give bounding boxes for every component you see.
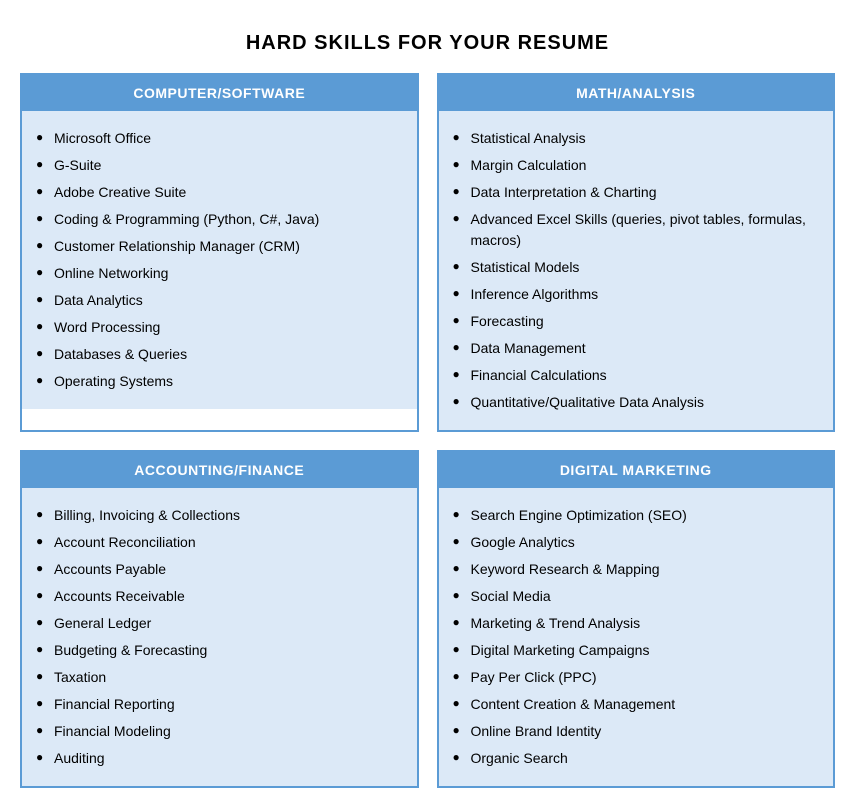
list-item: Statistical Models — [449, 254, 816, 281]
list-item: Social Media — [449, 583, 816, 610]
list-item: Accounts Receivable — [32, 583, 399, 610]
category-body-accounting-finance: Billing, Invoicing & CollectionsAccount … — [22, 488, 417, 786]
list-item: Organic Search — [449, 745, 816, 772]
list-item: Account Reconciliation — [32, 529, 399, 556]
category-list-accounting-finance: Billing, Invoicing & CollectionsAccount … — [32, 502, 399, 772]
page-title: HARD SKILLS FOR YOUR RESUME — [20, 20, 835, 73]
category-list-math-analysis: Statistical AnalysisMargin CalculationDa… — [449, 125, 816, 416]
list-item: Search Engine Optimization (SEO) — [449, 502, 816, 529]
list-item: Online Networking — [32, 260, 399, 287]
category-box-accounting-finance: ACCOUNTING/FINANCE Billing, Invoicing & C… — [20, 450, 419, 788]
list-item: Quantitative/Qualitative Data Analysis — [449, 389, 816, 416]
page-wrapper: HARD SKILLS FOR YOUR RESUME COMPUTER/SOF… — [20, 20, 835, 788]
list-item: Data Management — [449, 335, 816, 362]
category-body-computer-software: Microsoft OfficeG-SuiteAdobe Creative Su… — [22, 111, 417, 409]
list-item: Microsoft Office — [32, 125, 399, 152]
list-item: Data Analytics — [32, 287, 399, 314]
category-header-computer-software: COMPUTER/SOFTWARE — [22, 75, 417, 111]
list-item: Word Processing — [32, 314, 399, 341]
list-item: Data Interpretation & Charting — [449, 179, 816, 206]
list-item: Taxation — [32, 664, 399, 691]
list-item: Marketing & Trend Analysis — [449, 610, 816, 637]
list-item: Databases & Queries — [32, 341, 399, 368]
categories-grid: COMPUTER/SOFTWARE Microsoft OfficeG-Suite… — [20, 73, 835, 788]
list-item: Forecasting — [449, 308, 816, 335]
list-item: Customer Relationship Manager (CRM) — [32, 233, 399, 260]
list-item: Accounts Payable — [32, 556, 399, 583]
list-item: Pay Per Click (PPC) — [449, 664, 816, 691]
list-item: Google Analytics — [449, 529, 816, 556]
list-item: Digital Marketing Campaigns — [449, 637, 816, 664]
list-item: Margin Calculation — [449, 152, 816, 179]
category-box-computer-software: COMPUTER/SOFTWARE Microsoft OfficeG-Suite… — [20, 73, 419, 432]
category-header-math-analysis: MATH/ANALYSIS — [439, 75, 834, 111]
list-item: Financial Calculations — [449, 362, 816, 389]
list-item: Auditing — [32, 745, 399, 772]
category-box-digital-marketing: DIGITAL MARKETING Search Engine Optimizat… — [437, 450, 836, 788]
category-list-digital-marketing: Search Engine Optimization (SEO)Google A… — [449, 502, 816, 772]
list-item: Billing, Invoicing & Collections — [32, 502, 399, 529]
list-item: Online Brand Identity — [449, 718, 816, 745]
list-item: Content Creation & Management — [449, 691, 816, 718]
category-header-accounting-finance: ACCOUNTING/FINANCE — [22, 452, 417, 488]
list-item: Adobe Creative Suite — [32, 179, 399, 206]
category-body-digital-marketing: Search Engine Optimization (SEO)Google A… — [439, 488, 834, 786]
list-item: G-Suite — [32, 152, 399, 179]
list-item: Inference Algorithms — [449, 281, 816, 308]
list-item: Financial Modeling — [32, 718, 399, 745]
list-item: Budgeting & Forecasting — [32, 637, 399, 664]
list-item: Coding & Programming (Python, C#, Java) — [32, 206, 399, 233]
list-item: Operating Systems — [32, 368, 399, 395]
list-item: Financial Reporting — [32, 691, 399, 718]
list-item: Keyword Research & Mapping — [449, 556, 816, 583]
category-body-math-analysis: Statistical AnalysisMargin CalculationDa… — [439, 111, 834, 430]
category-list-computer-software: Microsoft OfficeG-SuiteAdobe Creative Su… — [32, 125, 399, 395]
list-item: Advanced Excel Skills (queries, pivot ta… — [449, 206, 816, 254]
category-header-digital-marketing: DIGITAL MARKETING — [439, 452, 834, 488]
category-box-math-analysis: MATH/ANALYSIS Statistical AnalysisMargin … — [437, 73, 836, 432]
list-item: General Ledger — [32, 610, 399, 637]
list-item: Statistical Analysis — [449, 125, 816, 152]
